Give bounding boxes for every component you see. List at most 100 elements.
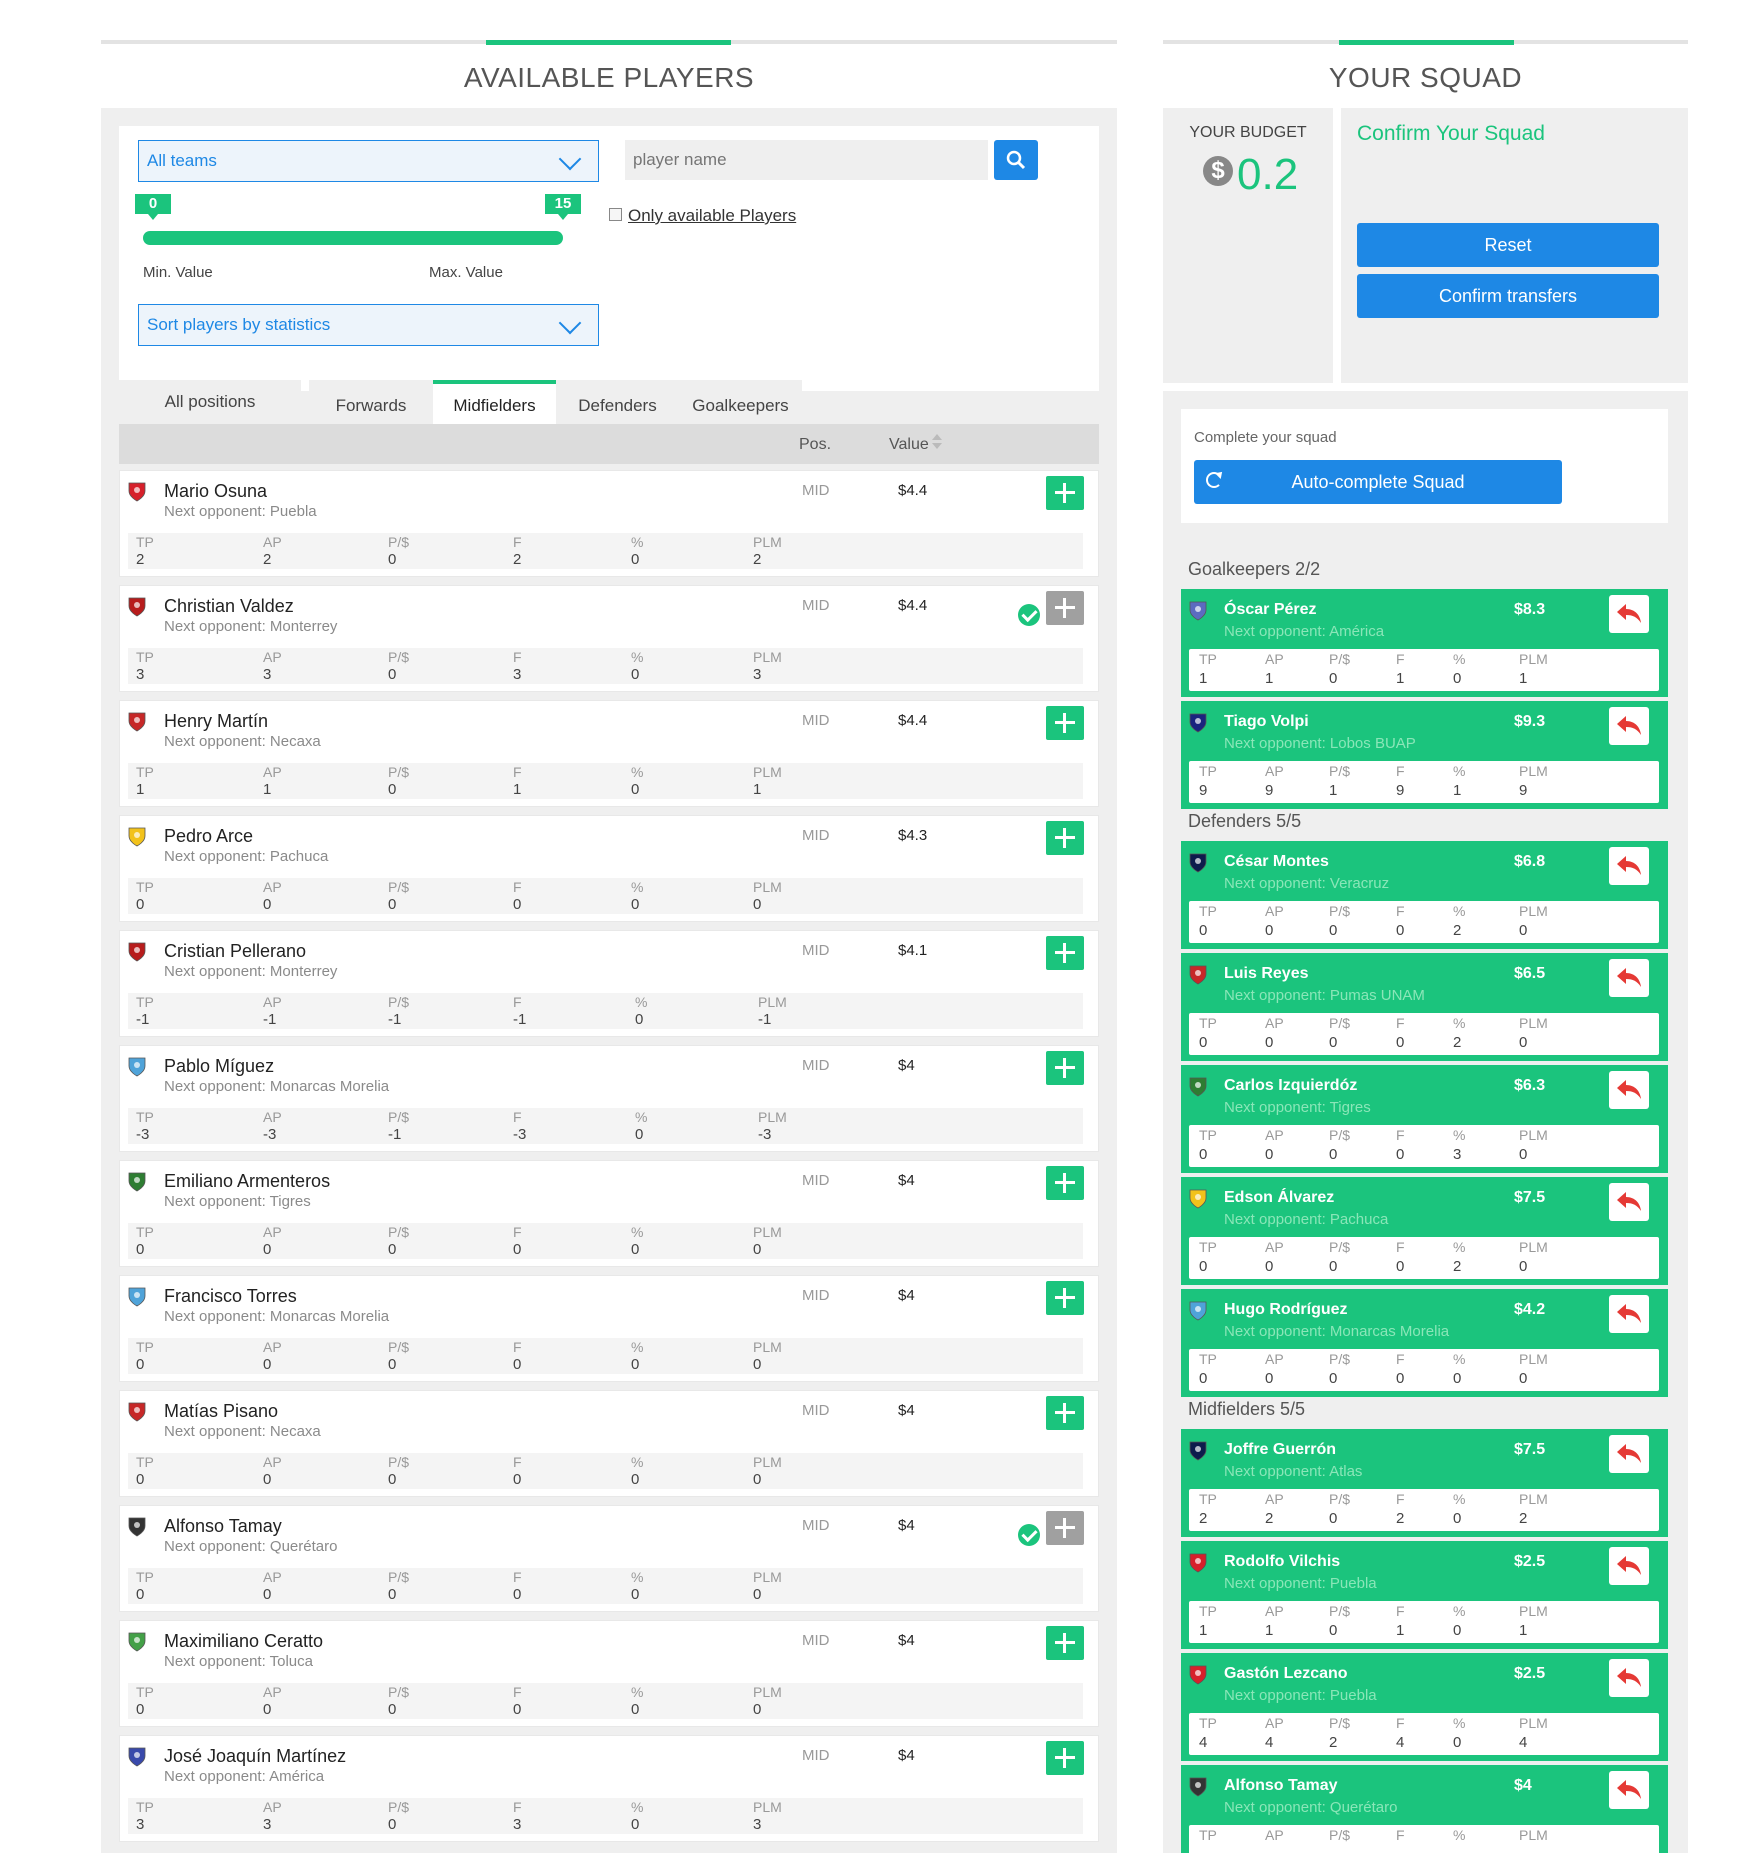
player-row[interactable]: Emiliano Armenteros Next opponent: Tigres… [119,1160,1099,1267]
squad-player-card[interactable]: Gastón Lezcano Next opponent: Puebla $2.5 T… [1181,1653,1668,1761]
add-player-button[interactable] [1046,1741,1084,1775]
player-row[interactable]: Pedro Arce Next opponent: Pachuca MID $4.3 T… [119,815,1099,922]
player-row[interactable]: Cristian Pellerano Next opponent: Monterr… [119,930,1099,1037]
squad-player-card[interactable]: Hugo Rodríguez Next opponent: Monarcas Mo… [1181,1289,1668,1397]
team-select[interactable]: All teams [138,140,599,182]
only-available-toggle[interactable]: Only available Players [609,206,796,226]
player-name[interactable]: José Joaquín Martínez [164,1746,346,1767]
player-row[interactable]: Mario Osuna Next opponent: Puebla MID $4.4 T… [119,470,1099,577]
add-player-button[interactable] [1046,1511,1084,1545]
player-row[interactable]: José Joaquín Martínez Next opponent: Amér… [119,1735,1099,1842]
remove-player-button[interactable] [1609,595,1649,633]
player-position: MID [802,827,830,844]
reset-button[interactable]: Reset [1357,223,1659,267]
player-name[interactable]: Mario Osuna [164,481,267,502]
remove-player-button[interactable] [1609,1295,1649,1333]
search-button[interactable] [994,140,1038,180]
remove-player-button[interactable] [1609,1547,1649,1585]
stat-label: % [1453,1491,1466,1507]
add-player-button[interactable] [1046,1626,1084,1660]
stat-label: F [1396,1715,1405,1731]
sort-select[interactable]: Sort players by statistics [138,304,599,346]
add-player-button[interactable] [1046,1166,1084,1200]
squad-player-stats: TP AP P/$ F% PLM [1189,1825,1659,1853]
player-name[interactable]: Christian Valdez [164,596,294,617]
confirm-transfers-button[interactable]: Confirm transfers [1357,274,1659,318]
team-crest-icon [128,597,146,617]
add-player-button[interactable] [1046,1281,1084,1315]
pos-column-header[interactable]: Pos. [799,436,831,454]
player-name[interactable]: Maximiliano Ceratto [164,1631,323,1652]
remove-player-button[interactable] [1609,1435,1649,1473]
squad-player-card[interactable]: Rodolfo Vilchis Next opponent: Puebla $2.5… [1181,1541,1668,1649]
tab-midfielders[interactable]: Midfielders [433,380,556,424]
squad-player-card[interactable]: Luis Reyes Next opponent: Pumas UNAM $6.5 T… [1181,953,1668,1061]
add-player-button[interactable] [1046,706,1084,740]
fantasy-transfer-page: AVAILABLE PLAYERS YOUR SQUAD All teams O… [0,0,1749,1853]
remove-player-button[interactable] [1609,959,1649,997]
tab-all-positions[interactable]: All positions [119,380,301,422]
stat-value: 0 [631,1816,640,1833]
stat-label: AP [263,1109,282,1125]
undo-arrow-icon [1617,1080,1641,1099]
add-player-button[interactable] [1046,1051,1084,1085]
add-player-button[interactable] [1046,591,1084,625]
next-opponent: Next opponent: Monarcas Morelia [1224,1323,1450,1340]
squad-player-card[interactable]: Alfonso Tamay Next opponent: Querétaro $4 T… [1181,1765,1668,1853]
squad-player-card[interactable]: Joffre Guerrón Next opponent: Atlas $7.5 TP… [1181,1429,1668,1537]
player-row[interactable]: Maximiliano Ceratto Next opponent: Toluca… [119,1620,1099,1727]
add-player-button[interactable] [1046,936,1084,970]
stat-value: 9 [1396,782,1405,799]
player-row[interactable]: Pablo Míguez Next opponent: Monarcas More… [119,1045,1099,1152]
player-name[interactable]: Emiliano Armenteros [164,1171,330,1192]
player-name[interactable]: Matías Pisano [164,1401,278,1422]
stat-label: % [631,1684,644,1700]
remove-player-button[interactable] [1609,1183,1649,1221]
remove-player-button[interactable] [1609,1071,1649,1109]
player-row[interactable]: Henry Martín Next opponent: Necaxa MID $4.4… [119,700,1099,807]
remove-player-button[interactable] [1609,1659,1649,1697]
squad-player-card[interactable]: Edson Álvarez Next opponent: Pachuca $7.5 T… [1181,1177,1668,1285]
player-row[interactable]: Alfonso Tamay Next opponent: Querétaro MID… [119,1505,1099,1612]
stat-value: 1 [513,781,522,798]
group-name: Goalkeepers [1188,559,1291,579]
value-column-header[interactable]: Value [889,436,929,454]
remove-player-button[interactable] [1609,1771,1649,1809]
player-name[interactable]: Pedro Arce [164,826,253,847]
max-value-bubble[interactable]: 15 [545,194,581,220]
only-available-checkbox[interactable] [609,208,622,221]
player-value: $4 [898,1747,915,1764]
squad-player-card[interactable]: Óscar Pérez Next opponent: América $8.3 TP 1… [1181,589,1668,697]
remove-player-button[interactable] [1609,707,1649,745]
next-opponent: Next opponent: Veracruz [1224,875,1390,892]
add-player-button[interactable] [1046,476,1084,510]
auto-complete-button[interactable]: Auto-complete Squad [1194,460,1562,504]
player-list: Mario Osuna Next opponent: Puebla MID $4.4 T… [119,470,1099,1850]
player-name[interactable]: Pablo Míguez [164,1056,274,1077]
squad-player-card[interactable]: Carlos Izquierdóz Next opponent: Tigres $6… [1181,1065,1668,1173]
player-row[interactable]: Francisco Torres Next opponent: Monarcas … [119,1275,1099,1382]
tab-forwards[interactable]: Forwards [309,380,433,422]
stat-label: % [1453,651,1466,667]
stat-label: P/$ [1329,1127,1351,1143]
tab-goalkeepers[interactable]: Goalkeepers [679,380,802,422]
min-value-bubble[interactable]: 0 [135,194,171,220]
player-name[interactable]: Alfonso Tamay [164,1516,282,1537]
player-name[interactable]: Henry Martín [164,711,268,732]
squad-group-title: Midfielders 5/5 [1188,1399,1305,1420]
player-row[interactable]: Matías Pisano Next opponent: Necaxa MID $4 T… [119,1390,1099,1497]
squad-player-card[interactable]: Tiago Volpi Next opponent: Lobos BUAP $9.3… [1181,701,1668,809]
add-player-button[interactable] [1046,1396,1084,1430]
player-name[interactable]: Cristian Pellerano [164,941,306,962]
squad-player-card[interactable]: César Montes Next opponent: Veracruz $6.8 T… [1181,841,1668,949]
player-name-input[interactable] [625,140,988,180]
player-row[interactable]: Christian Valdez Next opponent: Monterrey… [119,585,1099,692]
remove-player-button[interactable] [1609,847,1649,885]
player-name[interactable]: Francisco Torres [164,1286,297,1307]
tab-defenders[interactable]: Defenders [556,380,679,422]
sort-icon[interactable] [932,434,942,449]
search-icon [1006,150,1026,170]
stat-value: 0 [388,1701,397,1718]
value-range-slider[interactable] [143,231,563,245]
add-player-button[interactable] [1046,821,1084,855]
